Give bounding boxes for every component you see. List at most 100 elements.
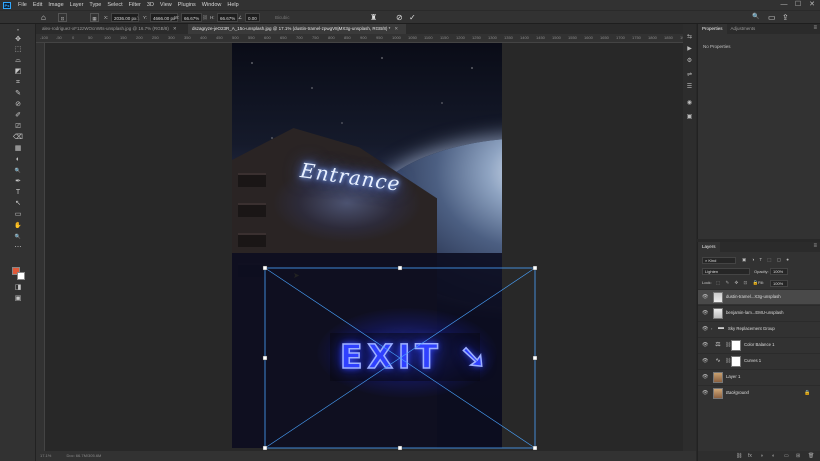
- history-icon[interactable]: ⇆: [685, 34, 694, 41]
- paragraph-icon[interactable]: ☰: [685, 84, 694, 91]
- menu-image[interactable]: Image: [45, 2, 66, 8]
- rectangle-tool-icon[interactable]: ▭: [13, 211, 23, 219]
- close-tab-icon[interactable]: ✕: [394, 26, 398, 31]
- gradient-tool-icon[interactable]: ▦: [13, 145, 23, 153]
- eyedropper-tool-icon[interactable]: ✎: [13, 90, 23, 98]
- layer-row[interactable]: 👁 Background 🔒: [698, 385, 820, 400]
- angle-field[interactable]: 0.00: [245, 13, 260, 22]
- chain-icon[interactable]: ⛓: [202, 13, 208, 22]
- blur-tool-icon[interactable]: 🔍: [13, 167, 23, 175]
- new-layer-icon[interactable]: ⊞: [796, 453, 800, 459]
- zoom-tool-icon[interactable]: 🔍: [13, 233, 23, 241]
- fx-icon[interactable]: fx: [748, 453, 752, 459]
- background-color-swatch[interactable]: [17, 272, 25, 280]
- toolbar-collapse-icon[interactable]: »: [13, 26, 23, 34]
- menu-filter[interactable]: Filter: [126, 2, 144, 8]
- eye-icon[interactable]: 👁: [702, 326, 708, 332]
- dodge-tool-icon[interactable]: ◐: [13, 156, 23, 164]
- menu-3d[interactable]: 3D: [144, 2, 157, 8]
- tab-properties[interactable]: Properties: [698, 24, 727, 34]
- adjustment-layer-icon[interactable]: ◐: [772, 453, 775, 459]
- pen-tool-icon[interactable]: ✒: [13, 178, 23, 186]
- menu-view[interactable]: View: [157, 2, 175, 8]
- screen-mode-icon[interactable]: ▣: [13, 295, 23, 303]
- layer-filter-icons[interactable]: ▣ ◑ T ⬚ ▢ ●: [742, 257, 791, 263]
- interpolation-select[interactable]: Bicubic: [275, 13, 290, 22]
- more-tools-icon[interactable]: ⋯: [13, 244, 23, 252]
- home-icon[interactable]: ⌂: [41, 13, 46, 22]
- link-layers-icon[interactable]: ⛓: [736, 453, 742, 459]
- quick-mask-icon[interactable]: ◨: [13, 284, 23, 292]
- lasso-tool-icon[interactable]: ⌓: [13, 57, 23, 65]
- link-icon[interactable]: △: [136, 13, 139, 22]
- menu-type[interactable]: Type: [86, 2, 104, 8]
- marquee-tool-icon[interactable]: ⬚: [13, 46, 23, 54]
- tab-alex-rodriguez[interactable]: alex-rodriguez-xF12zWOcnWts-unsplash.jpg…: [38, 24, 188, 34]
- fill-field[interactable]: 100%: [770, 280, 788, 287]
- menu-file[interactable]: File: [15, 2, 30, 8]
- close-tab-icon[interactable]: ✕: [173, 26, 177, 31]
- add-mask-icon[interactable]: ◑: [760, 453, 763, 459]
- move-tool-icon[interactable]: ✥: [13, 36, 23, 44]
- healing-brush-icon[interactable]: ⊘: [13, 101, 23, 109]
- eye-icon[interactable]: 👁: [702, 358, 708, 364]
- eye-icon[interactable]: 👁: [702, 294, 708, 300]
- trash-icon[interactable]: 🗑: [808, 453, 814, 459]
- swatches-icon[interactable]: ◉: [685, 100, 694, 107]
- zoom-level[interactable]: 17.1%: [40, 453, 51, 458]
- expand-group-icon[interactable]: ›: [711, 326, 712, 331]
- path-selection-icon[interactable]: ↖: [13, 200, 23, 208]
- eraser-tool-icon[interactable]: ⌫: [13, 134, 23, 142]
- libraries-icon[interactable]: ▣: [685, 114, 694, 121]
- move-tool-icon[interactable]: ⊡: [58, 13, 67, 22]
- commit-transform-icon[interactable]: ✓: [409, 13, 416, 22]
- opacity-field[interactable]: 100%: [770, 268, 788, 275]
- layer-filter-kind[interactable]: ⌕ Kind: [702, 257, 736, 264]
- layer-row[interactable]: 👁 benjamin-lam...EMU-unsplash: [698, 305, 820, 320]
- layer-row[interactable]: 👁 Layer 1: [698, 369, 820, 384]
- layer-row[interactable]: 👁 dustin-tramel...X3g-unsplash: [698, 289, 820, 304]
- brush-tool-icon[interactable]: ✐: [13, 112, 23, 120]
- layer-row[interactable]: 👁 ⚖ ⛓ Color Balance 1: [698, 337, 820, 352]
- reference-point-icon[interactable]: ▦: [90, 13, 99, 22]
- tab-dszagryze[interactable]: dszagryze-jeO23R_A_15o-unsplash.jpg @ 17…: [188, 24, 406, 34]
- tab-adjustments[interactable]: Adjustments: [727, 24, 760, 34]
- share-icon[interactable]: ⇪: [782, 13, 789, 22]
- panel-menu-icon[interactable]: ≡: [813, 25, 817, 31]
- workspace-icon[interactable]: ▭: [768, 13, 776, 22]
- lock-options-icons[interactable]: ⬚ ✎ ✥ ⊡ 🔒: [716, 280, 760, 286]
- clone-stamp-icon[interactable]: ⎚: [13, 123, 23, 131]
- eye-icon[interactable]: 👁: [702, 374, 708, 380]
- vertical-ruler[interactable]: [36, 43, 45, 453]
- menu-layer[interactable]: Layer: [67, 2, 87, 8]
- adjust-icon[interactable]: ⇌: [685, 72, 694, 79]
- eye-icon[interactable]: 👁: [702, 342, 708, 348]
- width-field[interactable]: 66.67%: [181, 13, 203, 22]
- type-tool-icon[interactable]: T: [13, 189, 23, 197]
- object-selection-tool-icon[interactable]: ◩: [13, 68, 23, 76]
- menu-plugins[interactable]: Plugins: [175, 2, 199, 8]
- eye-icon[interactable]: 👁: [702, 390, 708, 396]
- doc-size[interactable]: Doc: 66.7M/305.6M: [66, 453, 101, 458]
- menu-help[interactable]: Help: [224, 2, 241, 8]
- maximize-icon[interactable]: ☐: [792, 0, 804, 10]
- menu-select[interactable]: Select: [104, 2, 125, 8]
- hand-tool-icon[interactable]: ✋: [13, 222, 23, 230]
- free-transform-box[interactable]: [45, 43, 696, 453]
- canvas-area[interactable]: Entrance EXIT ➘ ➤: [45, 43, 696, 453]
- actions-play-icon[interactable]: ▶: [685, 46, 694, 53]
- menu-window[interactable]: Window: [199, 2, 225, 8]
- new-group-icon[interactable]: ▭: [784, 453, 789, 459]
- crop-tool-icon[interactable]: ⌗: [13, 79, 23, 87]
- warp-icon[interactable]: ♜: [370, 13, 377, 22]
- layer-row[interactable]: 👁 › ▬ Sky Replacement Group: [698, 321, 820, 336]
- height-field[interactable]: 66.67%: [217, 13, 239, 22]
- close-window-icon[interactable]: ✕: [806, 0, 818, 10]
- eye-icon[interactable]: 👁: [702, 310, 708, 316]
- search-icon[interactable]: 🔍: [752, 13, 759, 22]
- horizontal-ruler[interactable]: -100 -50 0 50 100 150 200 250 300 350 400 450 500 550…: [36, 34, 696, 43]
- menu-edit[interactable]: Edit: [30, 2, 45, 8]
- settings-icon[interactable]: ⚙: [685, 58, 694, 65]
- blend-mode-select[interactable]: Lighten: [702, 268, 750, 275]
- cancel-transform-icon[interactable]: ⊘: [396, 13, 403, 22]
